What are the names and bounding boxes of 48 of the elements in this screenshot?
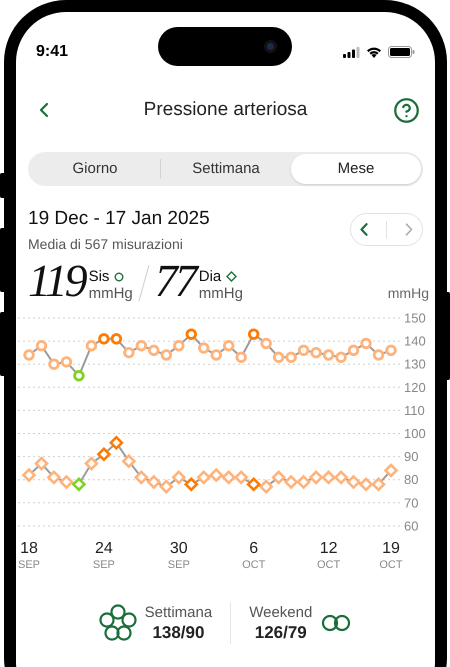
circle-icon xyxy=(114,272,124,282)
chevron-right-icon xyxy=(405,223,413,236)
y-axis-label: 130 xyxy=(404,356,426,372)
y-axis-label: 110 xyxy=(404,402,425,418)
x-axis-label: 18 SEP xyxy=(18,540,40,571)
help-icon xyxy=(393,96,420,124)
y-axis-label: 80 xyxy=(404,472,418,488)
summary-label: Settimana xyxy=(144,603,212,622)
y-axis-label: 120 xyxy=(404,380,426,395)
unit-label: mmHg xyxy=(198,285,243,302)
axis-unit-label: mmHg xyxy=(388,285,429,302)
summary-label: Weekend xyxy=(249,603,312,622)
unit-label: mmHg xyxy=(88,285,133,302)
average-label: Dia xyxy=(198,268,222,285)
page-title: Pressione arteriosa xyxy=(144,98,308,122)
x-axis-label: 19 OCT xyxy=(379,540,403,571)
x-axis-label: 30 SEP xyxy=(168,540,190,571)
x-axis-label: 6 OCT xyxy=(242,540,266,571)
summary-value: 126/79 xyxy=(254,622,307,643)
previous-button[interactable] xyxy=(360,223,368,236)
period-tab[interactable]: Settimana xyxy=(161,154,291,184)
camera-lens xyxy=(264,40,277,53)
two-circles-icon xyxy=(320,614,352,632)
diamond-icon xyxy=(226,271,238,282)
wifi-icon xyxy=(366,46,382,58)
y-axis-label: 90 xyxy=(404,449,418,464)
average-value: 77 xyxy=(154,260,195,302)
y-axis-label: 70 xyxy=(404,495,418,510)
y-axis-label: 140 xyxy=(404,334,426,349)
signal-icon xyxy=(343,46,360,58)
x-axis-label: 12 OCT xyxy=(316,540,340,571)
average-value: 119 xyxy=(28,260,85,302)
status-time: 9:41 xyxy=(36,42,70,62)
y-axis-label: 100 xyxy=(404,426,426,441)
x-axis-label: 24 SEP xyxy=(92,540,115,571)
battery-icon xyxy=(388,46,415,58)
date-range: 19 Dec - 17 Jan 2025 xyxy=(28,207,210,231)
period-tab[interactable]: Mese xyxy=(291,154,421,184)
measurement-count: Media di 567 misurazioni xyxy=(28,235,184,254)
flower-icon xyxy=(98,604,137,642)
help-button[interactable] xyxy=(392,96,421,124)
y-axis-label: 150 xyxy=(404,310,426,326)
chevron-left-icon xyxy=(360,223,368,236)
average-label: Sis xyxy=(88,268,110,285)
summary-value: 138/90 xyxy=(152,622,204,643)
y-axis-label: 60 xyxy=(404,518,418,534)
slash-divider xyxy=(136,264,151,302)
period-tab[interactable]: Giorno xyxy=(30,154,160,184)
